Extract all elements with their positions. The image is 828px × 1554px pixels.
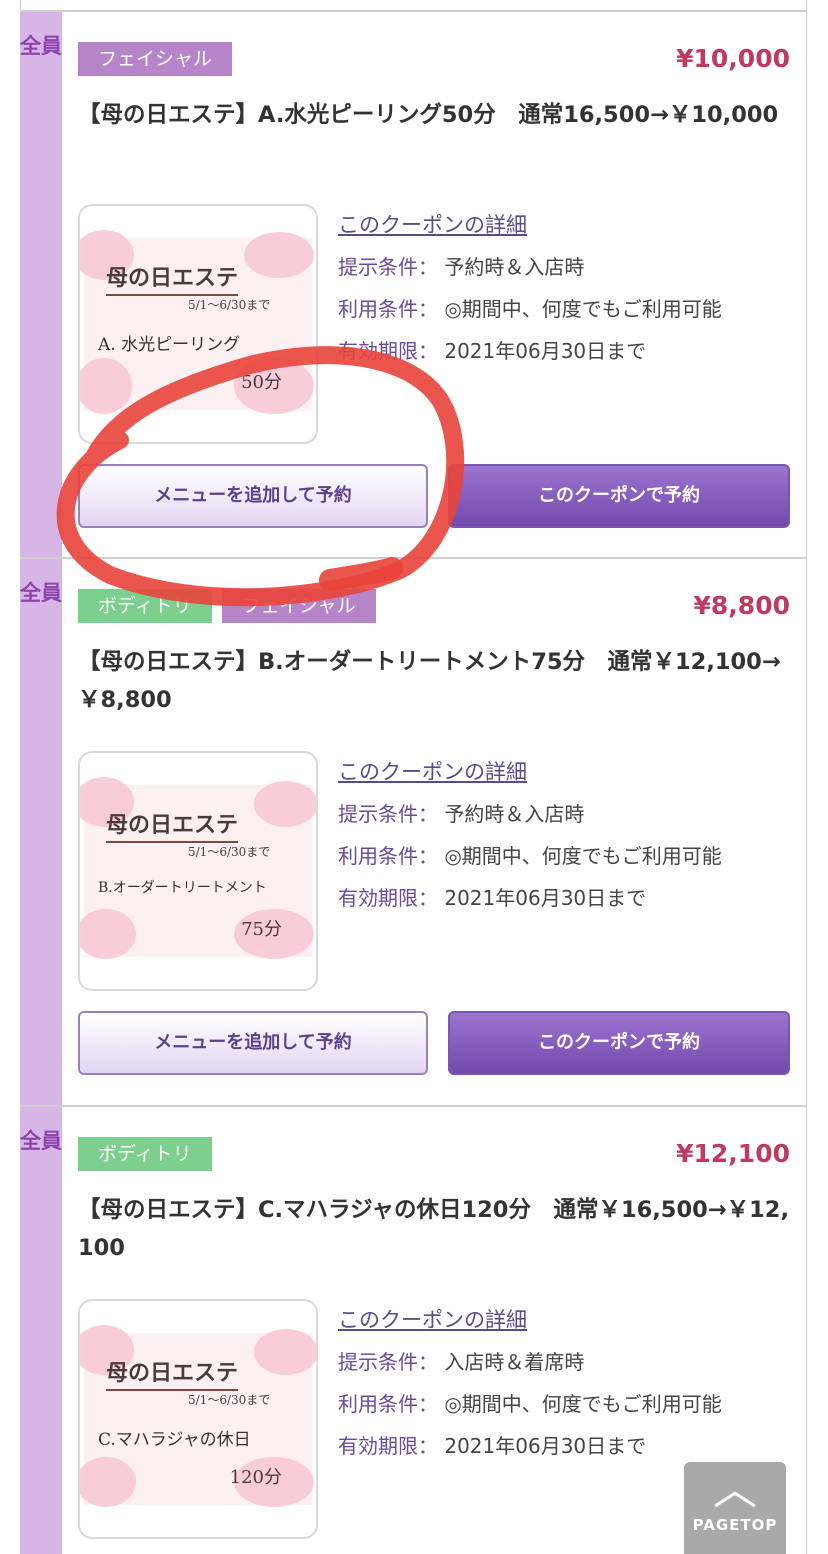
tag-facial: フェイシャル <box>78 42 233 76</box>
condition-value: 予約時＆入店時 <box>444 255 585 279</box>
condition-use: 利用条件： ◎期間中、何度でもご利用可能 <box>338 835 798 877</box>
condition-present: 提示条件： 予約時＆入店時 <box>338 793 798 835</box>
condition-key: 利用条件： <box>338 297 438 321</box>
image-period: 5/1～6/30まで <box>188 845 271 859</box>
condition-value: 予約時＆入店時 <box>444 802 585 826</box>
condition-key: 利用条件： <box>338 844 438 868</box>
image-duration: 75分 <box>241 919 282 940</box>
condition-key: 利用条件： <box>338 1392 438 1416</box>
condition-present: 提示条件： 入店時＆着席時 <box>338 1341 798 1383</box>
condition-key: 提示条件： <box>338 1350 438 1374</box>
condition-value: 入店時＆着席時 <box>444 1350 585 1374</box>
condition-value: ◎期間中、何度でもご利用可能 <box>444 1392 722 1416</box>
coupon-title[interactable]: 【母の日エステ】C.マハラジャの休日120分 通常￥16,500→￥12,100 <box>78 1191 790 1267</box>
condition-expiry: 有効期限： 2021年06月30日まで <box>338 1425 798 1467</box>
image-heading: 母の日エステ <box>106 1355 239 1391</box>
condition-key: 提示条件： <box>338 255 438 279</box>
condition-use: 利用条件： ◎期間中、何度でもご利用可能 <box>338 1383 798 1425</box>
member-label: 全員 <box>20 1129 62 1153</box>
member-label: 全員 <box>20 34 62 58</box>
coupon-image[interactable]: 母の日エステ 5/1～6/30まで A. 水光ピーリング 50分 <box>78 204 318 444</box>
coupon-price: ¥12,100 <box>676 1139 790 1168</box>
coupon-card-b: 全員 ボディトリ フェイシャル ¥8,800 【母の日エステ】B.オーダートリー… <box>20 559 807 1107</box>
tag-facial: フェイシャル <box>221 589 376 623</box>
condition-value: ◎期間中、何度でもご利用可能 <box>444 297 722 321</box>
pagetop-label: PAGETOP <box>692 1516 778 1534</box>
coupon-details: このクーポンの詳細 提示条件： 入店時＆着席時 利用条件： ◎期間中、何度でもご… <box>338 1299 798 1467</box>
coupon-reserve-button[interactable]: このクーポンで予約 <box>448 1011 790 1075</box>
condition-value: 2021年06月30日まで <box>444 886 647 910</box>
condition-value: ◎期間中、何度でもご利用可能 <box>444 844 722 868</box>
image-menu: A. 水光ピーリング <box>98 335 241 355</box>
coupon-detail-link[interactable]: このクーポンの詳細 <box>338 1299 798 1341</box>
coupon-reserve-button[interactable]: このクーポンで予約 <box>448 464 790 528</box>
coupon-details: このクーポンの詳細 提示条件： 予約時＆入店時 利用条件： ◎期間中、何度でもご… <box>338 751 798 919</box>
chevron-up-icon: ︿ <box>713 1464 757 1515</box>
image-period: 5/1～6/30まで <box>188 1393 271 1407</box>
condition-value: 2021年06月30日まで <box>444 1434 647 1458</box>
member-label: 全員 <box>20 581 62 605</box>
coupon-card-a: 全員 フェイシャル ¥10,000 【母の日エステ】A.水光ピーリング50分 通… <box>20 10 807 559</box>
member-side-bar: 全員 <box>20 12 62 557</box>
coupon-price: ¥8,800 <box>693 591 790 620</box>
condition-expiry: 有効期限： 2021年06月30日まで <box>338 877 798 919</box>
coupon-image[interactable]: 母の日エステ 5/1～6/30まで B.オーダートリートメント 75分 <box>78 751 318 991</box>
pagetop-button[interactable]: ︿ PAGETOP <box>684 1462 786 1554</box>
condition-expiry: 有効期限： 2021年06月30日まで <box>338 330 798 372</box>
add-menu-reserve-button[interactable]: メニューを追加して予約 <box>78 1011 428 1075</box>
condition-use: 利用条件： ◎期間中、何度でもご利用可能 <box>338 288 798 330</box>
coupon-image-art: 母の日エステ 5/1～6/30まで C.マハラジャの休日 120分 <box>80 1325 316 1507</box>
member-side-bar: 全員 <box>20 1107 62 1554</box>
member-side-bar: 全員 <box>20 559 62 1105</box>
coupon-details: このクーポンの詳細 提示条件： 予約時＆入店時 利用条件： ◎期間中、何度でもご… <box>338 204 798 372</box>
coupon-image-art: 母の日エステ 5/1～6/30まで A. 水光ピーリング 50分 <box>80 230 314 414</box>
coupon-price: ¥10,000 <box>676 44 790 73</box>
image-duration: 120分 <box>229 1467 282 1488</box>
image-period: 5/1～6/30まで <box>188 298 271 312</box>
coupon-image-art: 母の日エステ 5/1～6/30まで B.オーダートリートメント 75分 <box>80 777 316 959</box>
tag-list: ボディトリ <box>78 1137 212 1171</box>
image-duration: 50分 <box>241 372 282 393</box>
coupon-detail-link[interactable]: このクーポンの詳細 <box>338 751 798 793</box>
condition-key: 有効期限： <box>338 339 438 363</box>
coupon-image[interactable]: 母の日エステ 5/1～6/30まで C.マハラジャの休日 120分 <box>78 1299 318 1539</box>
condition-value: 2021年06月30日まで <box>444 339 647 363</box>
condition-key: 提示条件： <box>338 802 438 826</box>
tag-body: ボディトリ <box>78 589 212 623</box>
tag-body: ボディトリ <box>78 1137 212 1171</box>
tag-list: フェイシャル <box>78 42 233 76</box>
condition-key: 有効期限： <box>338 886 438 910</box>
coupon-title[interactable]: 【母の日エステ】B.オーダートリートメント75分 通常￥12,100→￥8,80… <box>78 643 790 719</box>
tag-list: ボディトリ フェイシャル <box>78 589 376 623</box>
coupon-title[interactable]: 【母の日エステ】A.水光ピーリング50分 通常16,500→￥10,000 <box>78 96 790 134</box>
condition-present: 提示条件： 予約時＆入店時 <box>338 246 798 288</box>
image-heading: 母の日エステ <box>106 807 239 843</box>
add-menu-reserve-button[interactable]: メニューを追加して予約 <box>78 464 428 528</box>
image-menu: C.マハラジャの休日 <box>98 1430 251 1450</box>
coupon-detail-link[interactable]: このクーポンの詳細 <box>338 204 798 246</box>
condition-key: 有効期限： <box>338 1434 438 1458</box>
image-heading: 母の日エステ <box>106 260 239 296</box>
image-menu: B.オーダートリートメント <box>98 880 267 896</box>
